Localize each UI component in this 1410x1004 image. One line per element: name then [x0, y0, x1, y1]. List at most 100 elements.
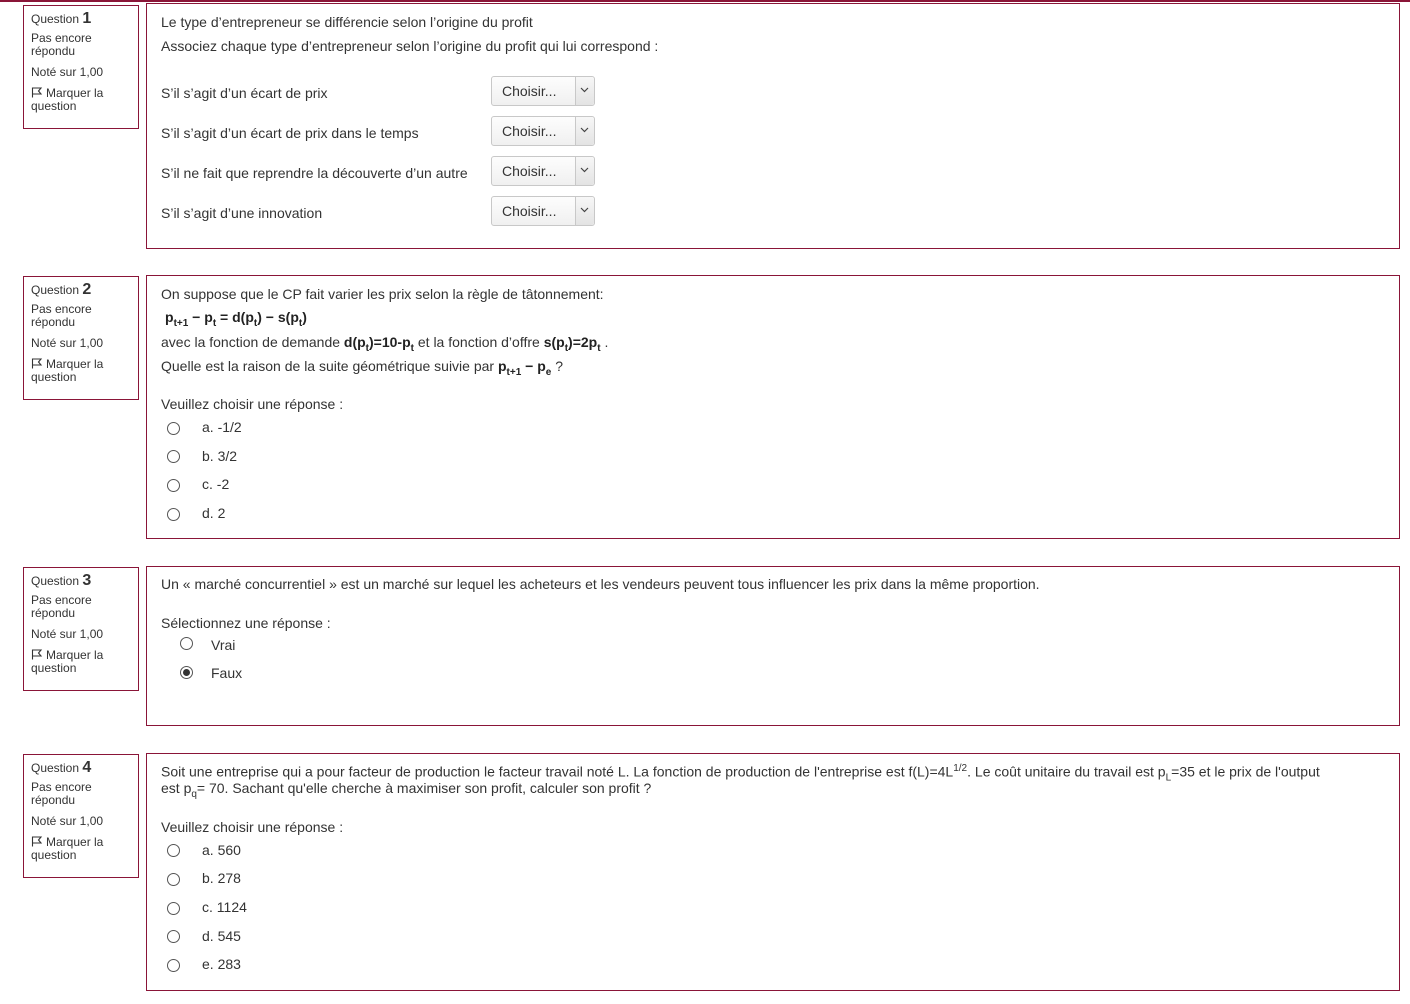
formula-text: d(p	[343, 334, 366, 350]
question-info-1: Question 1 Pas encore répondu Noté sur 1…	[23, 5, 139, 129]
answer-instruction: Veuillez choisir une réponse :	[161, 819, 344, 835]
text-span: Quelle est la raison de la suite géométr…	[161, 358, 498, 374]
radio-icon[interactable]	[167, 422, 180, 435]
formula-text: p	[165, 309, 174, 325]
answer-option[interactable]: a. -1/2	[202, 419, 242, 435]
radio-icon[interactable]	[167, 479, 180, 492]
question-content-4: Soit une entreprise qui a pour facteur d…	[146, 753, 1400, 991]
flag-question-link[interactable]: Marquer la question	[31, 836, 131, 862]
flag-icon	[31, 87, 43, 98]
formula-text: − p	[521, 358, 546, 374]
question-grade: Noté sur 1,00	[31, 336, 104, 350]
formula-text: )	[302, 309, 307, 325]
question-title: Le type d’entrepreneur se différencie se…	[161, 14, 533, 30]
answer-option[interactable]: b. 278	[202, 870, 241, 886]
question-label: Question	[31, 574, 80, 588]
radio-icon[interactable]	[167, 930, 180, 943]
formula-sub: t+1	[506, 366, 522, 378]
answer-option[interactable]: d. 2	[202, 505, 225, 521]
match-select-3[interactable]: Choisir...	[491, 156, 595, 186]
text-span: est p	[161, 780, 192, 796]
question-label: Question	[31, 761, 80, 775]
formula-text: p	[497, 358, 507, 374]
select-value: Choisir...	[502, 203, 557, 219]
select-value: Choisir...	[502, 163, 557, 179]
question-number: Question 1	[31, 10, 131, 27]
text-span: =35 et le prix de l'output	[1171, 763, 1320, 780]
radio-icon[interactable]	[167, 844, 180, 857]
flag-icon	[31, 649, 43, 660]
formula-text: ) − s(p	[257, 309, 299, 325]
select-arrow-button[interactable]	[575, 157, 594, 185]
formula-text: )=10-p	[369, 334, 411, 350]
answer-option[interactable]: Vrai	[211, 637, 235, 653]
text-span: avec la fonction de demande	[161, 334, 344, 350]
answer-option[interactable]: c. -2	[202, 476, 229, 492]
chevron-down-icon	[580, 127, 589, 133]
text-span: ?	[551, 358, 564, 374]
match-row-label: S’il ne fait que reprendre la découverte…	[161, 165, 468, 181]
select-arrow-button[interactable]	[575, 77, 594, 105]
question-info-2: Question 2 Pas encore répondu Noté sur 1…	[23, 276, 139, 400]
question-state: Pas encore répondu	[31, 593, 92, 620]
question-grade: Noté sur 1,00	[31, 627, 104, 641]
chevron-down-icon	[580, 167, 589, 173]
radio-icon[interactable]	[167, 959, 180, 972]
flag-icon	[31, 358, 43, 369]
question-number: Question 2	[31, 281, 131, 298]
question-content-2: On suppose que le CP fait varier les pri…	[146, 275, 1400, 539]
text-span: et la fonction d’offre	[413, 334, 544, 350]
question-number-value: 2	[82, 281, 92, 298]
answer-option[interactable]: d. 545	[202, 928, 241, 944]
answer-option[interactable]: e. 283	[202, 956, 241, 972]
answer-option[interactable]: Faux	[211, 665, 242, 681]
flag-icon	[31, 836, 43, 847]
formula-text: −	[188, 309, 205, 325]
text-span: Soit une entreprise qui a pour facteur d…	[161, 763, 954, 780]
select-value: Choisir...	[502, 83, 557, 99]
question-grade: Noté sur 1,00	[31, 65, 104, 79]
question-line-3: Quelle est la raison de la suite géométr…	[161, 358, 563, 378]
question-label: Question	[31, 12, 80, 26]
radio-icon[interactable]	[180, 666, 193, 679]
question-prompt: Associez chaque type d’entrepreneur selo…	[161, 38, 659, 54]
answer-option[interactable]: a. 560	[202, 842, 241, 858]
radio-icon[interactable]	[167, 873, 180, 886]
select-value: Choisir...	[502, 123, 557, 139]
question-number: Question 4	[31, 759, 131, 776]
radio-icon[interactable]	[167, 902, 180, 915]
radio-icon[interactable]	[167, 508, 180, 521]
tatonnement-formula: pt+1 − pt = d(pt) − s(pt)	[165, 309, 307, 329]
radio-icon[interactable]	[180, 637, 193, 650]
question-intro: On suppose que le CP fait varier les pri…	[161, 286, 604, 302]
question-line-2: avec la fonction de demande d(pt)=10-pt …	[161, 334, 608, 354]
flag-question-link[interactable]: Marquer la question	[31, 649, 131, 675]
match-select-1[interactable]: Choisir...	[491, 76, 595, 106]
formula-text: s(p	[543, 334, 565, 350]
text-span: .	[600, 334, 609, 350]
question-state: Pas encore répondu	[31, 780, 92, 807]
match-select-2[interactable]: Choisir...	[491, 116, 595, 146]
question-text-line-2: est pq= 70. Sachant qu'elle cherche à ma…	[161, 780, 651, 800]
flag-question-link[interactable]: Marquer la question	[31, 87, 131, 113]
chevron-down-icon	[580, 207, 589, 213]
question-number-value: 3	[82, 572, 92, 589]
answer-instruction: Sélectionnez une réponse :	[161, 615, 331, 631]
question-number-value: 1	[82, 10, 92, 27]
question-number-value: 4	[82, 759, 92, 776]
exponent: 1/2	[953, 763, 968, 774]
formula-text: )=2p	[568, 334, 598, 350]
select-arrow-button[interactable]	[575, 117, 594, 145]
flag-question-link[interactable]: Marquer la question	[31, 358, 131, 384]
radio-icon[interactable]	[167, 450, 180, 463]
match-row-label: S’il s’agit d’un écart de prix	[161, 85, 328, 101]
select-arrow-button[interactable]	[575, 197, 594, 225]
question-text: Un « marché concurrentiel » est un march…	[161, 576, 1040, 592]
text-span: = 70. Sachant qu'elle cherche à maximise…	[196, 780, 652, 796]
text-span: . Le coût unitaire du travail est p	[967, 763, 1166, 780]
match-select-4[interactable]: Choisir...	[491, 196, 595, 226]
question-number: Question 3	[31, 572, 131, 589]
top-accent-bar	[0, 0, 1410, 2]
answer-option[interactable]: c. 1124	[202, 899, 247, 915]
answer-option[interactable]: b. 3/2	[202, 448, 237, 464]
